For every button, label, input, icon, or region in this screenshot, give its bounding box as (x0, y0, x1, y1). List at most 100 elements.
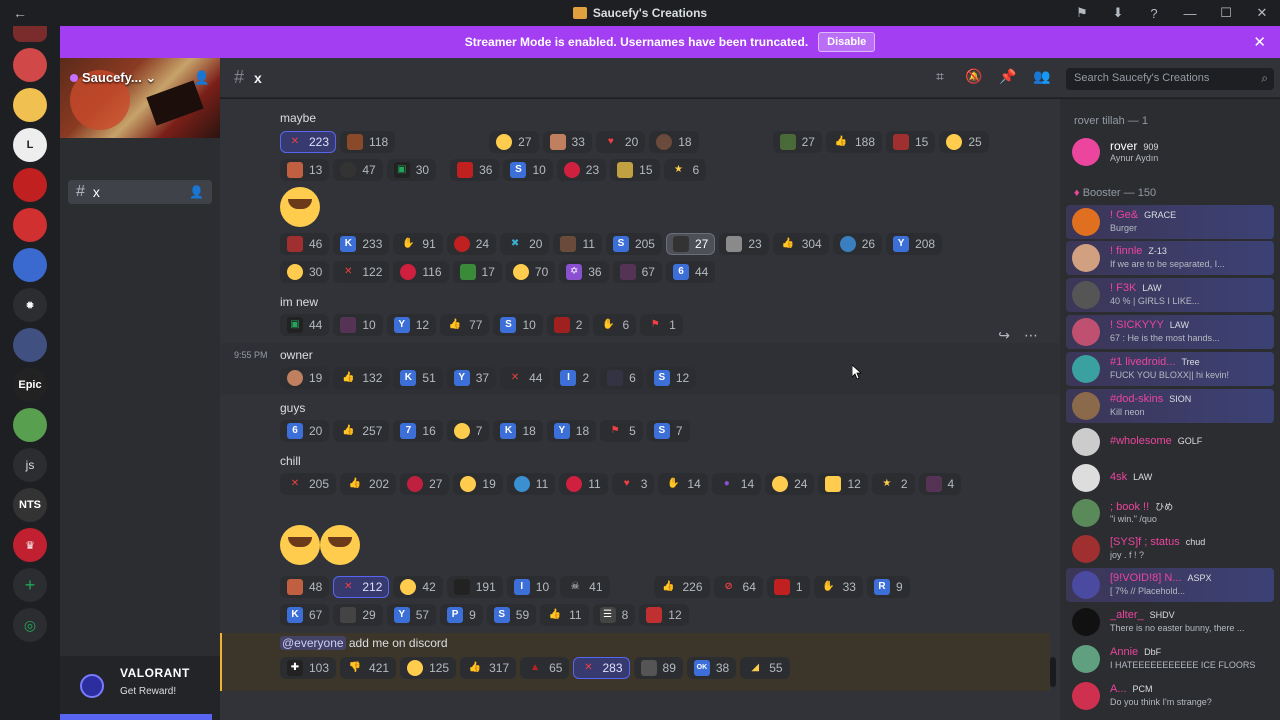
reaction[interactable]: ♥ 3 (611, 473, 655, 495)
reaction[interactable]: 42 (393, 576, 443, 598)
reaction[interactable]: 47 (333, 159, 383, 181)
reaction[interactable]: 19 (280, 367, 330, 389)
reaction[interactable]: S 59 (486, 604, 537, 626)
reaction[interactable]: ☰ 8 (592, 604, 636, 626)
reaction[interactable]: ✕ 212 (333, 576, 390, 598)
reaction[interactable]: 7 16 (393, 420, 443, 442)
server-icon[interactable] (13, 48, 47, 82)
reaction[interactable]: 👍 317 (460, 657, 517, 679)
mute-icon[interactable]: 🔕 (964, 68, 984, 85)
member-list[interactable]: rover tillah — 1 rover 909 Aynur Aydın ♦ … (1060, 99, 1280, 720)
reaction[interactable]: Y 18 (546, 420, 597, 442)
reaction[interactable]: Y 12 (386, 314, 437, 336)
reaction[interactable]: ✋ 6 (593, 314, 637, 336)
reaction[interactable]: ✕ 122 (333, 261, 390, 283)
member-item[interactable]: _alter_ SHDV There is no easter bunny, the… (1066, 605, 1274, 639)
reaction[interactable]: ▣ 44 (280, 314, 330, 336)
reaction[interactable]: 👍 226 (653, 576, 710, 598)
reaction[interactable]: K 233 (333, 233, 390, 255)
reaction[interactable]: S 205 (605, 233, 662, 255)
reaction[interactable]: 70 (505, 261, 556, 283)
close-window-icon[interactable]: ✕ (1244, 5, 1280, 21)
reaction[interactable]: 48 (280, 576, 330, 598)
reaction[interactable]: 1 (766, 576, 810, 598)
reaction[interactable]: 👍 304 (772, 233, 829, 255)
reaction[interactable]: 118 (340, 131, 396, 153)
reaction[interactable]: 11 (553, 233, 602, 255)
reaction[interactable]: S 12 (646, 367, 697, 389)
reaction[interactable]: S 10 (503, 159, 553, 181)
member-item[interactable]: Annie DbF I HATEEEEEEEEEEE ICE FLOORS (1066, 642, 1274, 676)
reaction[interactable]: 👍 202 (340, 473, 397, 495)
reaction[interactable]: 24 (765, 473, 815, 495)
reaction[interactable]: 67 (612, 261, 662, 283)
reaction[interactable]: ▲ 65 (520, 657, 570, 679)
reaction[interactable]: 46 (280, 233, 330, 255)
reaction[interactable]: 27 (489, 131, 539, 153)
reaction[interactable]: ✡ 36 (559, 261, 609, 283)
reaction[interactable]: ✕ 223 (280, 131, 337, 153)
reaction[interactable]: ✕ 205 (280, 473, 337, 495)
reaction[interactable]: 33 (542, 131, 592, 153)
reaction[interactable]: S 10 (493, 314, 543, 336)
reaction[interactable]: ⚑ 5 (600, 420, 643, 442)
reaction[interactable]: 10 (333, 314, 383, 336)
reaction[interactable]: 12 (639, 604, 689, 626)
server-icon[interactable]: L (13, 128, 47, 162)
reaction[interactable]: ▣ 30 (386, 159, 437, 181)
reaction[interactable]: 11 (506, 473, 556, 495)
member-item[interactable]: ; book !! ひめ "i win." /quo (1066, 496, 1274, 530)
inbox-flag-icon[interactable]: ⚑ (1064, 5, 1100, 21)
server-icon[interactable] (13, 88, 47, 122)
member-item[interactable]: ! F3K LAW 40 % | GIRLS I LIKE... (1066, 278, 1274, 312)
minimize-icon[interactable]: — (1172, 6, 1208, 21)
reaction[interactable]: I2 (553, 367, 597, 389)
reaction[interactable]: 26 (832, 233, 883, 255)
reaction[interactable]: K 18 (493, 420, 543, 442)
reaction[interactable]: 11 (559, 473, 608, 495)
reaction[interactable]: 6 (600, 367, 643, 389)
reaction[interactable]: 6 20 (280, 420, 330, 442)
member-item[interactable]: #1 livedroid... Tree FUCK YOU BLOXX|| hi k… (1066, 352, 1274, 386)
reaction[interactable]: ⚑ 1 (640, 314, 683, 336)
reaction[interactable]: 👎 421 (340, 657, 397, 679)
member-item[interactable]: #wholesome GOLF (1066, 425, 1274, 459)
disable-button[interactable]: Disable (818, 32, 876, 52)
reaction[interactable]: ☠ 41 (560, 576, 610, 598)
reaction[interactable]: P9 (440, 604, 483, 626)
search-input[interactable]: Search Saucefy's Creations ⌕ (1066, 68, 1274, 90)
reaction[interactable]: ✖ 20 (500, 233, 550, 255)
threads-icon[interactable]: ⌗ (930, 68, 950, 85)
server-icon[interactable] (13, 328, 47, 362)
reaction[interactable]: 7 (446, 420, 490, 442)
reaction[interactable]: ● 14 (711, 473, 762, 495)
maximize-icon[interactable]: ☐ (1208, 5, 1244, 21)
reaction[interactable]: R9 (866, 576, 910, 598)
member-item[interactable]: #dod-skins SION Kill neon (1066, 389, 1274, 423)
reply-icon[interactable]: ↪ (998, 327, 1010, 344)
invite-icon[interactable]: 👤 (194, 70, 210, 86)
reaction[interactable]: 13 (280, 159, 330, 181)
reaction[interactable]: 👍 188 (825, 131, 882, 153)
download-icon[interactable]: ⬇ (1100, 5, 1136, 21)
back-arrow-icon[interactable]: ← (0, 5, 40, 21)
reaction[interactable]: 116 (393, 261, 449, 283)
reaction[interactable]: 6 44 (665, 261, 716, 283)
promo-action[interactable]: Get Reward! (120, 686, 176, 697)
server-icon[interactable]: ♛ (13, 528, 47, 562)
add-member-icon[interactable]: 👤 (189, 185, 204, 199)
server-icon[interactable]: NTS (13, 488, 47, 522)
reaction[interactable]: 29 (333, 604, 383, 626)
mention[interactable]: @everyone (280, 636, 346, 650)
member-item[interactable]: rover 909 Aynur Aydın (1066, 135, 1274, 169)
server-icon[interactable]: ✹ (13, 288, 47, 322)
reaction[interactable]: 36 (450, 159, 500, 181)
member-item[interactable]: 4sk LAW (1066, 461, 1274, 495)
reaction[interactable]: 89 (633, 657, 683, 679)
reaction[interactable]: ✋ 33 (813, 576, 863, 598)
discover-icon[interactable]: ◎ (13, 608, 47, 642)
reaction[interactable]: ◢ 55 (740, 657, 790, 679)
member-item[interactable]: ! finnle Z-13 If we are to be separated, I… (1066, 241, 1274, 275)
server-icon[interactable] (13, 408, 47, 442)
reaction[interactable]: 23 (719, 233, 769, 255)
